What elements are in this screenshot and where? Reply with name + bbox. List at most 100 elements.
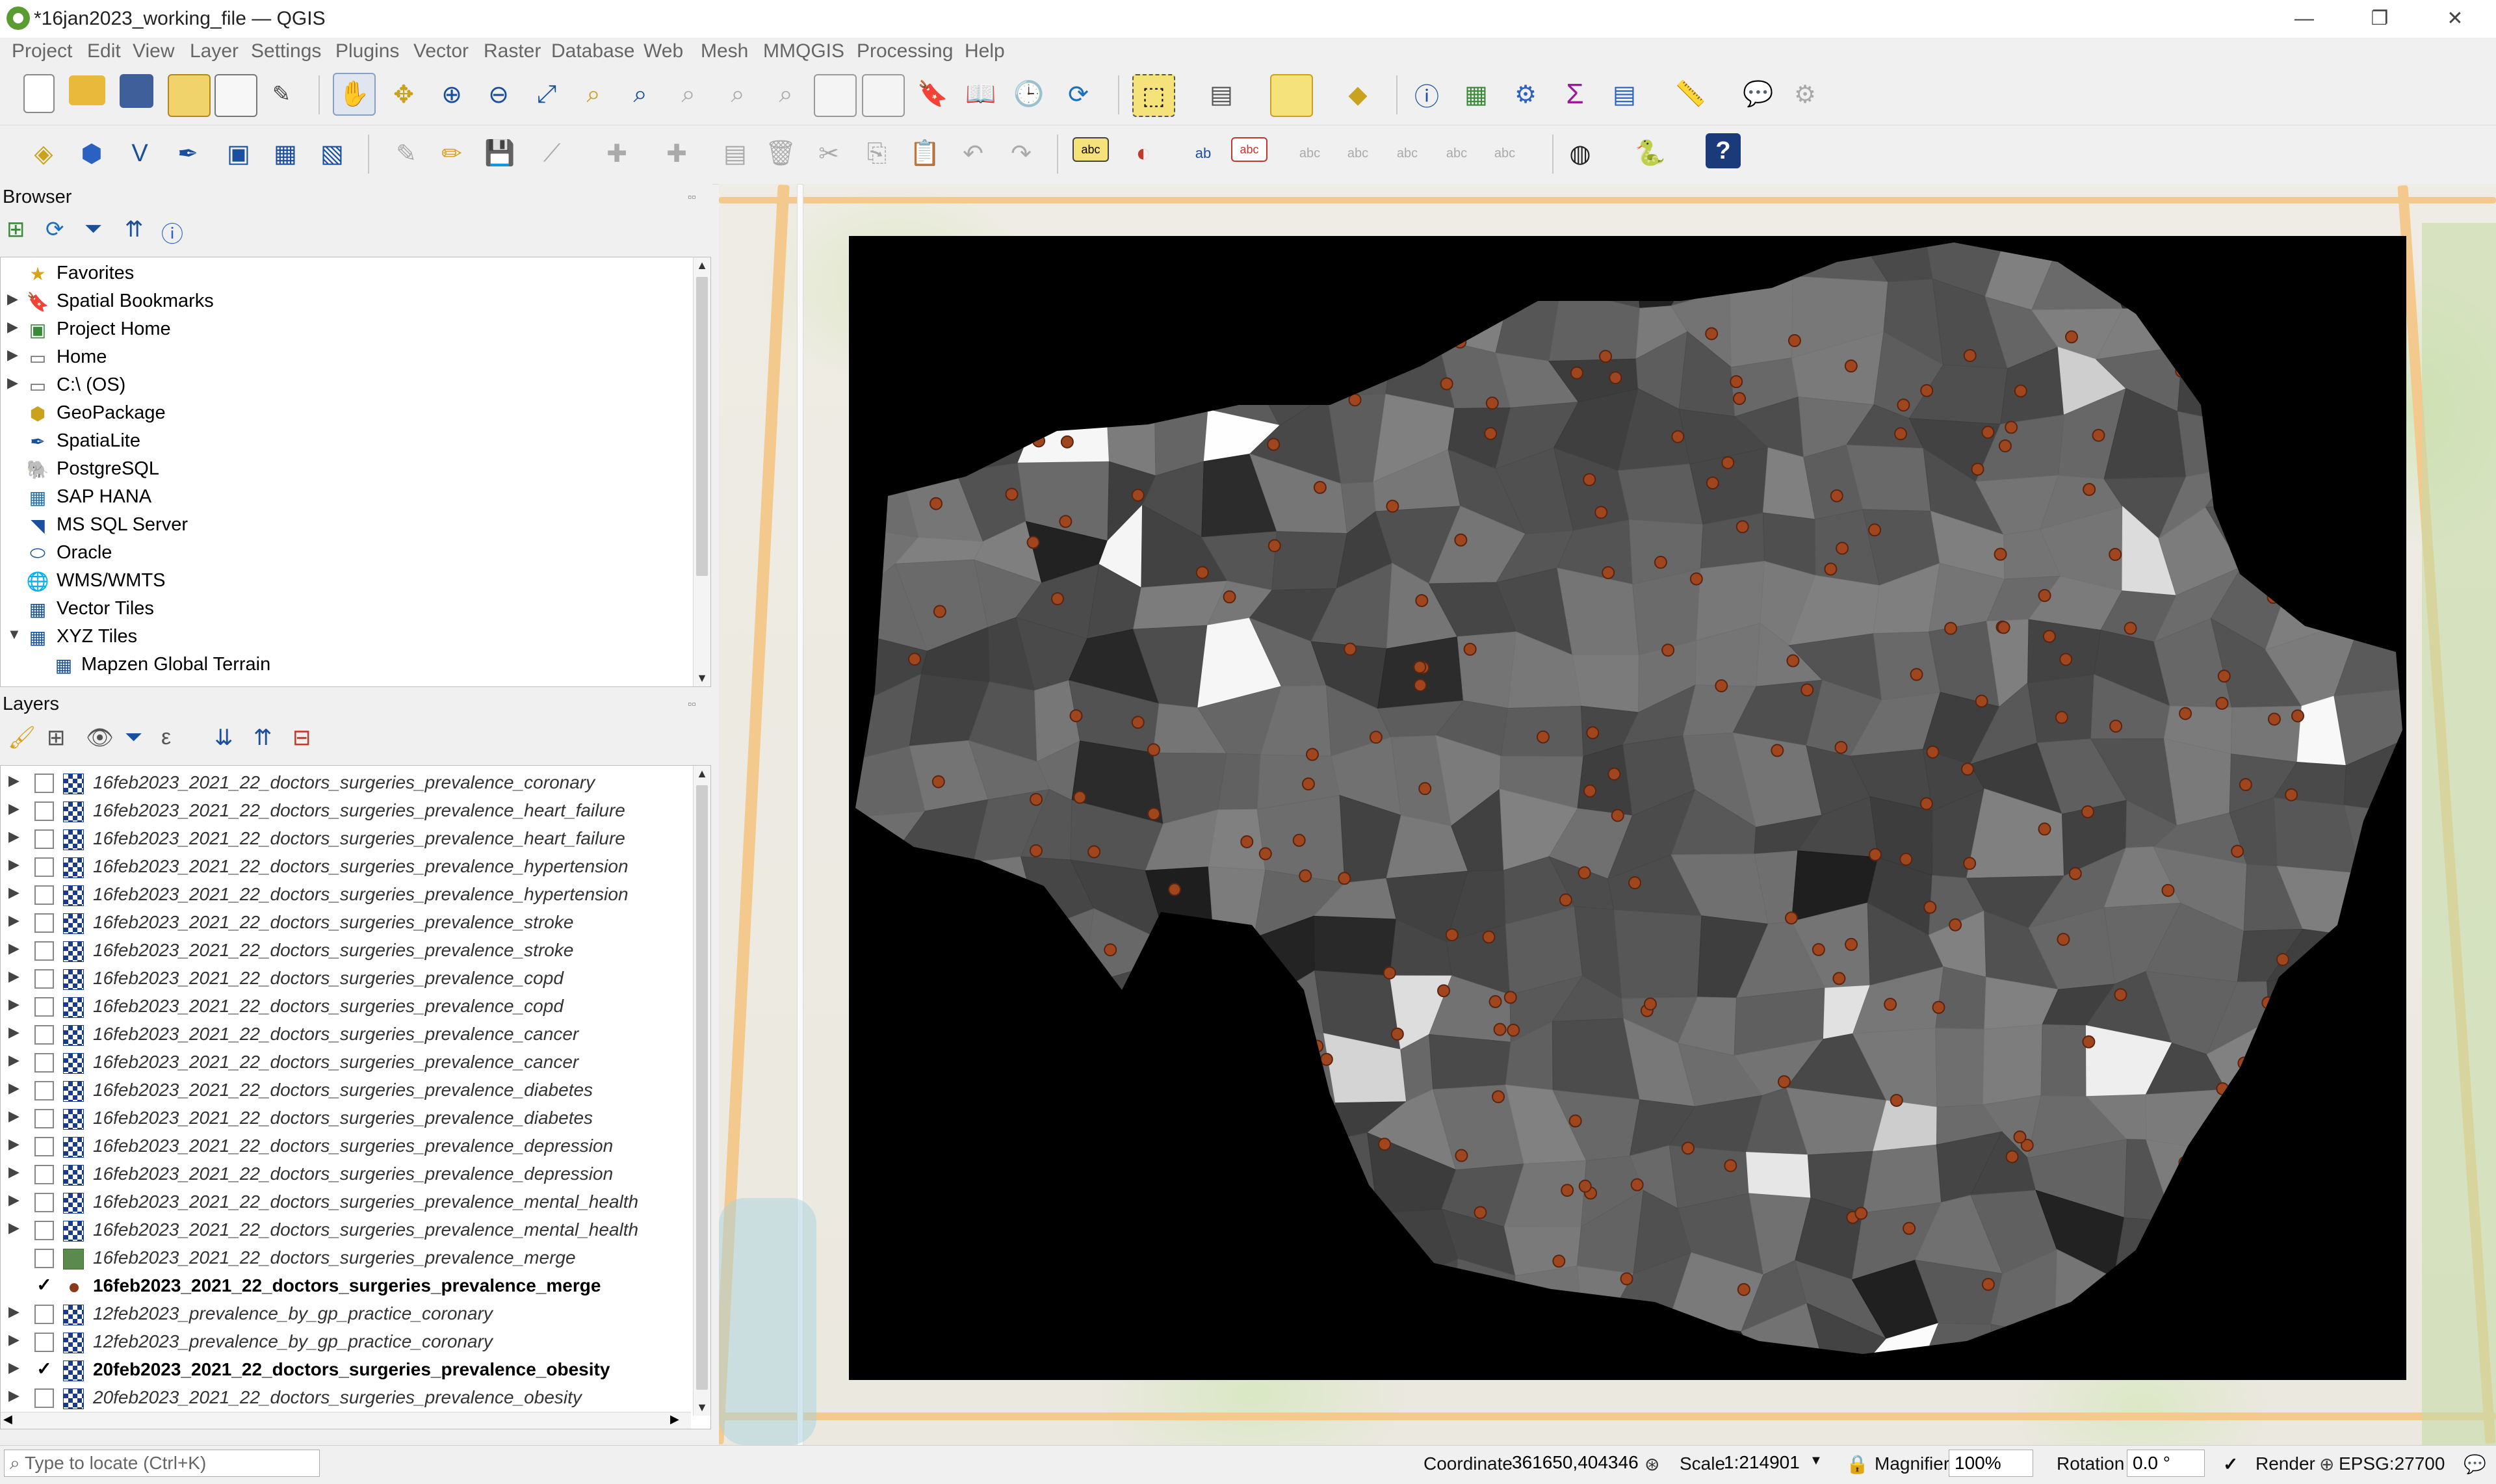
surgery-point[interactable] bbox=[1223, 590, 1236, 604]
surgery-point[interactable] bbox=[989, 384, 1002, 397]
surgery-point[interactable] bbox=[1240, 835, 1254, 848]
surgery-point[interactable] bbox=[933, 381, 946, 395]
surgery-point[interactable] bbox=[1029, 844, 1043, 857]
surgery-point[interactable] bbox=[1141, 1079, 1154, 1093]
select-by-value-icon[interactable]: ▤ bbox=[1201, 74, 1242, 114]
scroll-left-icon[interactable]: ◀ bbox=[3, 1412, 12, 1426]
surgery-point[interactable] bbox=[1245, 351, 1259, 365]
surgery-point[interactable] bbox=[2065, 330, 2079, 344]
surgery-point[interactable] bbox=[1418, 782, 1432, 796]
surgery-point[interactable] bbox=[1320, 1052, 1333, 1066]
surgery-point[interactable] bbox=[1845, 937, 1858, 951]
expand-arrow-icon[interactable]: ▶ bbox=[8, 940, 20, 957]
surgery-point[interactable] bbox=[1730, 375, 1743, 389]
refresh-browser-icon[interactable]: ⟳ bbox=[46, 216, 72, 242]
surgery-point[interactable] bbox=[921, 1117, 935, 1130]
layer-visibility-checkbox[interactable] bbox=[34, 1221, 54, 1240]
layer-item[interactable]: ▶ 16feb2023_2021_22_doctors_surgeries_pre… bbox=[1, 1189, 683, 1217]
layer-visibility-checkbox[interactable]: ✓ bbox=[34, 1360, 54, 1380]
browser-item-mapzen[interactable]: ▦ Mapzen Global Terrain bbox=[1, 651, 683, 679]
browser-item-mssql[interactable]: ◥ MS SQL Server bbox=[1, 512, 683, 540]
surgery-point[interactable] bbox=[2179, 707, 2192, 720]
select-features-icon[interactable]: ⬚ bbox=[1132, 74, 1175, 117]
field-calculator-icon[interactable]: ▤ bbox=[1604, 74, 1644, 114]
surgery-point[interactable] bbox=[1932, 1000, 1945, 1014]
layer-visibility-checkbox[interactable] bbox=[34, 857, 54, 877]
new-virtual-layer-icon[interactable]: ▦ bbox=[265, 133, 306, 174]
messages-icon[interactable]: 💬 bbox=[2464, 1453, 2486, 1475]
surgery-point[interactable] bbox=[1830, 489, 1843, 502]
layer-visibility-checkbox[interactable] bbox=[34, 941, 54, 961]
browser-item-vector-tiles[interactable]: ▦ Vector Tiles bbox=[1, 595, 683, 623]
menu-database[interactable]: Database bbox=[551, 40, 634, 62]
surgery-point[interactable] bbox=[1454, 533, 1468, 547]
surgery-point[interactable] bbox=[2057, 933, 2070, 946]
pin-labels-icon[interactable]: ab bbox=[1183, 133, 1223, 174]
surgery-point[interactable] bbox=[1301, 777, 1315, 791]
undo-icon[interactable]: ↶ bbox=[953, 133, 993, 174]
show-bookmarks-icon[interactable]: 📖 bbox=[961, 74, 1001, 114]
surgery-point[interactable] bbox=[1455, 1149, 1468, 1162]
deselect-features-icon[interactable] bbox=[1270, 74, 1313, 117]
layer-item[interactable]: ▶ ✓ 20feb2023_2021_22_doctors_surgeries_pr… bbox=[1, 1357, 683, 1385]
layer-item[interactable]: ▶ 12feb2023_prevalence_by_gp_practice_cor… bbox=[1, 1301, 683, 1329]
surgery-point[interactable] bbox=[1971, 462, 1984, 476]
expand-arrow-icon[interactable]: ▶ bbox=[8, 1108, 20, 1125]
surgery-point[interactable] bbox=[1926, 745, 1940, 759]
layer-visibility-checkbox[interactable] bbox=[34, 1053, 54, 1073]
zoom-in-icon[interactable]: ⊕ bbox=[432, 74, 472, 114]
surgery-point[interactable] bbox=[1607, 767, 1621, 781]
menu-raster[interactable]: Raster bbox=[484, 40, 541, 62]
surgery-point[interactable] bbox=[1602, 566, 1615, 579]
surgery-point[interactable] bbox=[900, 1154, 913, 1168]
surgery-point[interactable] bbox=[1484, 426, 1498, 440]
surgery-point[interactable] bbox=[1414, 679, 1427, 692]
layer-visibility-checkbox[interactable] bbox=[34, 969, 54, 989]
surgery-point[interactable] bbox=[1026, 536, 1040, 549]
highlight-labels-icon[interactable]: abc bbox=[1231, 137, 1268, 162]
surgery-point[interactable] bbox=[1570, 366, 1583, 380]
surgery-point[interactable] bbox=[1834, 740, 1848, 754]
surgery-point[interactable] bbox=[2231, 844, 2244, 858]
add-selected-layers-icon[interactable]: ⊞ bbox=[6, 216, 32, 242]
surgery-point[interactable] bbox=[1854, 1206, 1868, 1220]
surgery-point[interactable] bbox=[2216, 1082, 2230, 1095]
zoom-native-icon[interactable]: ⌕ bbox=[668, 74, 708, 114]
surgery-point[interactable] bbox=[1583, 473, 1596, 486]
surgery-point[interactable] bbox=[1482, 930, 1496, 944]
browser-item-geopackage[interactable]: ⬢ GeoPackage bbox=[1, 400, 683, 428]
surgery-point[interactable] bbox=[2038, 589, 2051, 603]
surgery-point[interactable] bbox=[1963, 857, 1977, 870]
surgery-point[interactable] bbox=[1032, 434, 1046, 448]
surgery-point[interactable] bbox=[1286, 1202, 1300, 1216]
browser-item-project-home[interactable]: ▶ ▣ Project Home bbox=[1, 316, 683, 344]
surgery-point[interactable] bbox=[1087, 845, 1101, 859]
expand-arrow-icon[interactable]: ▶ bbox=[8, 1219, 20, 1236]
surgery-point[interactable] bbox=[1920, 384, 1934, 397]
surgery-point[interactable] bbox=[1180, 938, 1194, 952]
open-attribute-table-icon[interactable]: ▦ bbox=[1456, 74, 1496, 114]
surgery-point[interactable] bbox=[1981, 426, 1995, 439]
expand-arrow-icon[interactable]: ▶ bbox=[8, 828, 20, 845]
surgery-point[interactable] bbox=[1611, 809, 1624, 822]
surgery-point[interactable] bbox=[930, 497, 943, 510]
expand-arrow-icon[interactable]: ▶ bbox=[8, 1331, 20, 1348]
rotation-field[interactable]: 0.0 ° bbox=[2127, 1450, 2205, 1477]
filter-legend-icon[interactable]: ⏷ bbox=[125, 725, 142, 750]
add-feature-icon[interactable]: ✚ bbox=[597, 133, 637, 174]
identify-features-icon[interactable]: ⓘ bbox=[1407, 74, 1447, 114]
surgery-point[interactable] bbox=[1536, 730, 1550, 744]
expand-arrow-icon[interactable]: ▶ bbox=[8, 772, 20, 789]
expand-arrow-icon[interactable]: ▶ bbox=[7, 374, 18, 391]
surgery-point[interactable] bbox=[1507, 1023, 1520, 1037]
surgery-point[interactable] bbox=[1453, 335, 1467, 349]
surgery-point[interactable] bbox=[1949, 918, 1962, 931]
new-geopackage-layer-icon[interactable]: ⬢ bbox=[72, 133, 112, 174]
properties-icon[interactable]: ⓘ bbox=[161, 216, 187, 247]
surgery-point[interactable] bbox=[1897, 398, 1910, 412]
surgery-point[interactable] bbox=[1306, 748, 1320, 761]
toggle-editing-icon[interactable]: ✏ bbox=[432, 133, 472, 174]
layer-item[interactable]: 16feb2023_2021_22_doctors_surgeries_prev… bbox=[1, 1245, 683, 1273]
surgery-point[interactable] bbox=[2161, 883, 2175, 897]
surgery-point[interactable] bbox=[1386, 499, 1399, 513]
